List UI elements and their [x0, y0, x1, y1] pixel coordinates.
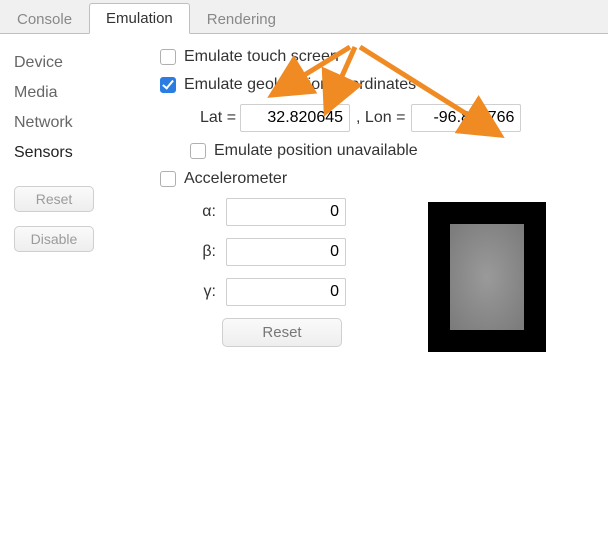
alpha-input[interactable]	[226, 198, 346, 226]
alpha-label: α:	[190, 203, 216, 221]
accelerometer-label: Accelerometer	[184, 170, 287, 188]
tab-console[interactable]: Console	[0, 4, 89, 34]
tab-strip: Console Emulation Rendering	[0, 0, 608, 34]
beta-label: β:	[190, 243, 216, 261]
emulate-geolocation-label: Emulate geolocation coordinates	[184, 76, 416, 94]
sidebar-item-media[interactable]: Media	[14, 78, 125, 108]
emulate-touch-checkbox[interactable]	[160, 49, 176, 65]
tab-emulation[interactable]: Emulation	[89, 3, 190, 34]
sensors-pane: Emulate touch screen Emulate geolocation…	[135, 34, 608, 555]
lon-input[interactable]	[411, 104, 521, 132]
emulate-touch-label: Emulate touch screen	[184, 48, 339, 66]
tab-rendering[interactable]: Rendering	[190, 4, 293, 34]
lat-label: Lat =	[200, 109, 236, 127]
sidebar-item-sensors[interactable]: Sensors	[14, 138, 125, 168]
accel-reset-button[interactable]: Reset	[222, 318, 342, 347]
accelerometer-checkbox[interactable]	[160, 171, 176, 187]
emulate-geolocation-checkbox[interactable]	[160, 77, 176, 93]
gamma-input[interactable]	[226, 278, 346, 306]
lon-label: , Lon =	[356, 109, 405, 127]
position-unavailable-label: Emulate position unavailable	[214, 142, 418, 160]
device-screen-icon	[450, 224, 524, 330]
sidebar: Device Media Network Sensors Reset Disab…	[0, 34, 135, 555]
sidebar-disable-button[interactable]: Disable	[14, 226, 94, 252]
position-unavailable-checkbox[interactable]	[190, 143, 206, 159]
sidebar-item-network[interactable]: Network	[14, 108, 125, 138]
device-orientation-graphic	[428, 202, 546, 352]
gamma-label: γ:	[190, 283, 216, 301]
lat-input[interactable]	[240, 104, 350, 132]
sidebar-reset-button[interactable]: Reset	[14, 186, 94, 212]
sidebar-item-device[interactable]: Device	[14, 48, 125, 78]
beta-input[interactable]	[226, 238, 346, 266]
